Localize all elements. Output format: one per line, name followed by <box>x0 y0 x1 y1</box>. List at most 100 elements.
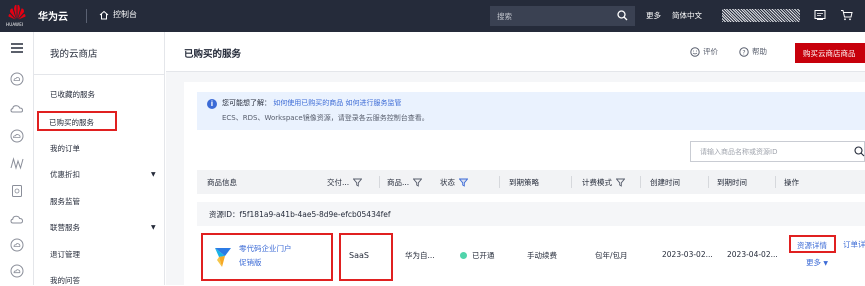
cloud-network-icon[interactable] <box>10 212 24 226</box>
monitoring-icon[interactable] <box>10 156 24 170</box>
sidebar-item-purchased[interactable]: 已购买的服务 <box>37 111 117 131</box>
resource-id-row: 资源ID：f5f181a9-a41b-4ae5-8d9e-efcb05434fe… <box>197 202 865 226</box>
sidebar-item-unsubscribe[interactable]: 退订管理 <box>50 249 80 260</box>
cart-icon[interactable] <box>840 9 853 21</box>
brand-name[interactable]: 华为云 <box>38 8 68 23</box>
divider <box>499 176 500 188</box>
expiry-policy: 手动续费 <box>527 251 557 260</box>
col-product-info: 商品信息 <box>207 178 237 187</box>
cloud-app-icon[interactable] <box>10 264 24 278</box>
caret-down-icon[interactable]: ▼ <box>151 224 156 231</box>
expire-time: 2023-04-02... <box>727 250 778 259</box>
huawei-logo[interactable]: HUAWEI <box>6 3 26 29</box>
sidebar-item-supervision[interactable]: 服务监管 <box>50 196 80 207</box>
search-icon[interactable] <box>617 10 628 21</box>
product-name-link[interactable]: 零代码企业门户 <box>239 243 292 254</box>
filter-icon[interactable] <box>413 178 423 187</box>
top-navbar: HUAWEI 华为云 控制台 搜索 更多 简体中文 <box>0 0 865 32</box>
divider <box>86 9 87 23</box>
table-row: 零代码企业门户 促销版 SaaS 华为自... 已开通 手动续费 包年/包月 2… <box>197 229 865 285</box>
help-label: 帮助 <box>752 47 767 56</box>
cloud-icon[interactable] <box>10 72 24 86</box>
console-link[interactable]: 控制台 <box>99 9 137 20</box>
buy-marketplace-button[interactable]: 购买云商店商品 <box>795 43 865 63</box>
cloud-storage-icon[interactable] <box>10 129 24 143</box>
cloud-service-icon[interactable] <box>10 102 24 116</box>
evaluate-button[interactable]: 评价 <box>690 46 718 57</box>
created-time: 2023-03-02... <box>662 250 713 259</box>
divider <box>775 176 776 188</box>
global-search-input[interactable]: 搜索 <box>490 6 635 26</box>
cloud-security-icon[interactable] <box>10 238 24 252</box>
sidebar-item-favorites[interactable]: 已收藏的服务 <box>50 89 95 100</box>
filter-icon[interactable] <box>459 178 468 187</box>
divider <box>708 176 709 188</box>
status-dot-icon <box>460 252 467 259</box>
info-icon: i <box>207 99 217 109</box>
caret-down-icon[interactable]: ▼ <box>151 171 156 178</box>
language-switch[interactable]: 简体中文 <box>672 10 702 21</box>
sidebar: 我的云商店 已收藏的服务 已购买的服务 我的订单 优惠折扣 ▼ 服务监管 联营服… <box>34 32 165 285</box>
col-created-time: 创建时间 <box>650 178 680 187</box>
svg-text:?: ? <box>742 49 745 56</box>
more-menu[interactable]: 更多 <box>646 10 661 21</box>
product-logo-icon <box>215 248 231 267</box>
divider <box>640 176 641 188</box>
status-badge: 已开通 <box>460 250 495 261</box>
notice-line-1: 您可能想了解： 如何使用已购买的商品 如何进行服务监管 <box>222 98 401 108</box>
product-search-input[interactable]: 请输入商品名称或资源ID <box>690 141 865 162</box>
filter-icon[interactable] <box>616 178 625 187</box>
search-icon[interactable] <box>854 146 865 157</box>
service-icon-rail <box>0 32 34 285</box>
col-billing-mode[interactable]: 计费模式 <box>582 177 625 188</box>
col-actions: 操作 <box>784 178 799 187</box>
sidebar-item-qa[interactable]: 我的问答 <box>50 275 80 286</box>
database-icon[interactable] <box>10 184 24 198</box>
notice-line-2: ECS、RDS、Workspace镜像资源，请登录各云服务控制台查看。 <box>222 114 429 122</box>
sidebar-item-joint-operation[interactable]: 联营服务 <box>50 222 80 233</box>
resource-detail-link[interactable]: 资源详情 <box>797 240 827 251</box>
page-header: 已购买的服务 评价 ? 帮助 购买云商店商品 <box>166 32 865 72</box>
delivery-cell-highlight: SaaS <box>339 233 393 281</box>
billing-mode: 包年/包月 <box>595 251 628 260</box>
col-merchant[interactable]: 商品... <box>387 177 423 188</box>
merchant-name: 华为自... <box>405 251 435 260</box>
product-cell-highlight: 零代码企业门户 促销版 <box>201 233 333 281</box>
evaluate-label: 评价 <box>703 47 718 56</box>
divider <box>571 176 572 188</box>
col-status[interactable]: 状态 <box>440 177 468 188</box>
filter-icon[interactable] <box>353 178 363 187</box>
search-placeholder: 搜索 <box>497 12 512 21</box>
col-expiry-policy: 到期策略 <box>509 178 539 187</box>
product-edition: 促销版 <box>239 258 262 267</box>
more-actions-dropdown[interactable]: 更多 ▼ <box>806 257 828 268</box>
service-supervision-link[interactable]: 如何进行服务监管 <box>345 99 401 107</box>
caret-down-icon: ▼ <box>823 260 829 267</box>
col-delivery[interactable]: 交付... <box>327 177 363 188</box>
col-expire-time: 到期时间 <box>717 178 747 187</box>
menu-icon[interactable] <box>10 41 24 55</box>
table-header: 商品信息 交付... 商品... 状态 到期策略 计费模式 创建时间 到期时间 … <box>197 170 865 194</box>
sidebar-title: 我的云商店 <box>50 49 98 60</box>
search-placeholder: 请输入商品名称或资源ID <box>700 148 778 156</box>
console-label: 控制台 <box>113 10 137 19</box>
delivery-type: SaaS <box>349 251 369 260</box>
smile-icon <box>690 46 700 57</box>
sidebar-item-orders[interactable]: 我的订单 <box>50 143 80 154</box>
info-notice: i 您可能想了解： 如何使用已购买的商品 如何进行服务监管 ECS、RDS、Wo… <box>197 92 865 130</box>
user-account-name[interactable] <box>722 9 800 22</box>
resource-detail-highlight: 资源详情 <box>789 235 836 253</box>
how-to-use-link[interactable]: 如何使用已购买的商品 <box>273 99 343 107</box>
page-title: 已购买的服务 <box>184 49 242 60</box>
home-icon <box>99 10 109 19</box>
help-button[interactable]: ? 帮助 <box>739 46 767 57</box>
divider <box>379 176 380 188</box>
sidebar-item-discounts[interactable]: 优惠折扣 <box>50 169 80 180</box>
main-content: 已购买的服务 评价 ? 帮助 购买云商店商品 i 您可能想了解： 如何使用已购买… <box>166 32 865 285</box>
help-icon: ? <box>739 46 749 57</box>
message-icon[interactable] <box>814 9 826 21</box>
order-detail-link[interactable]: 订单详情 <box>843 239 865 250</box>
resource-id: 资源ID：f5f181a9-a41b-4ae5-8d9e-efcb05434fe… <box>209 210 391 219</box>
logo-text: HUAWEI <box>6 22 24 27</box>
divider <box>34 74 165 75</box>
